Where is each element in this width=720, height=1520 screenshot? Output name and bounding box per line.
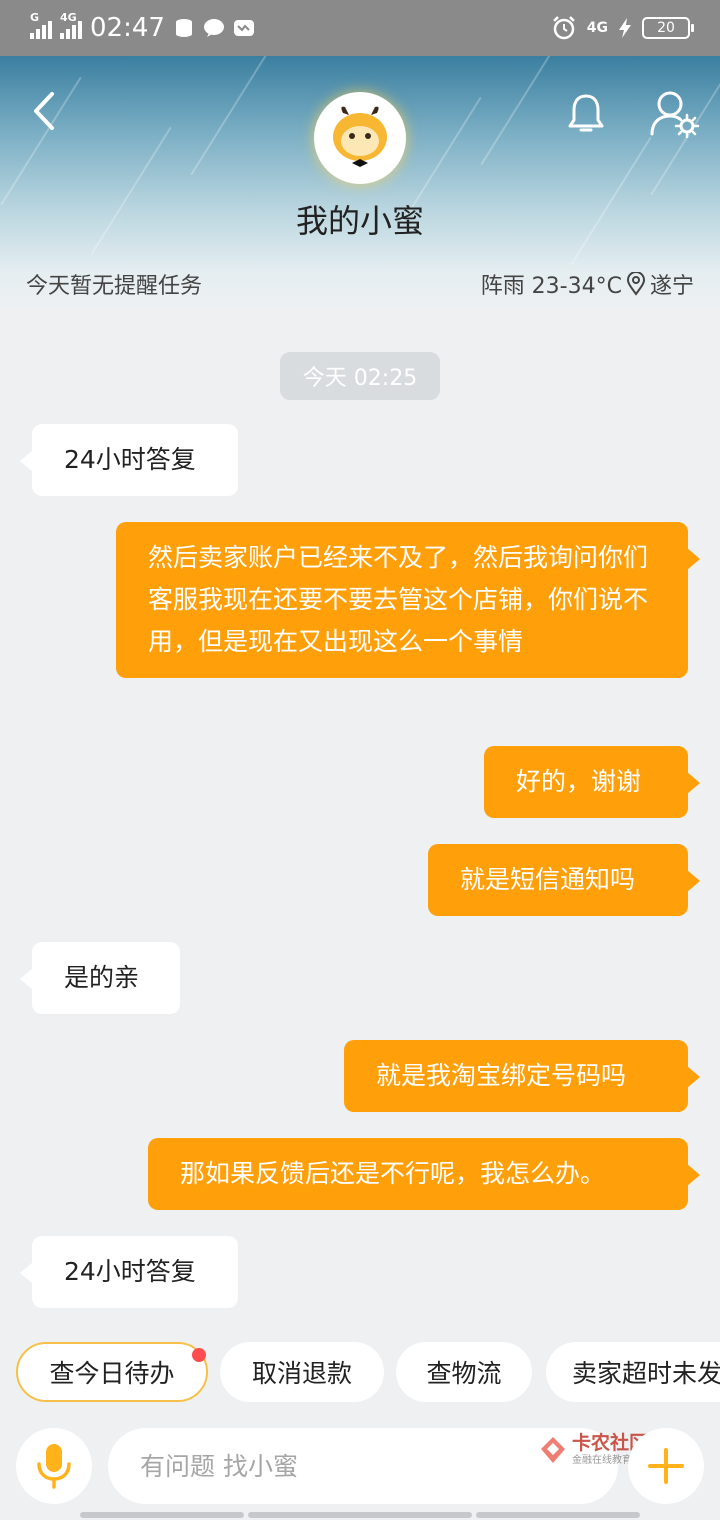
weather-text: 阵雨 23-34°C — [480, 274, 622, 299]
chat-timestamp: 今天 02:25 — [280, 352, 440, 400]
plus-icon — [648, 1448, 684, 1484]
profile-settings-button[interactable] — [646, 86, 702, 142]
quick-action-today-todo[interactable]: 查今日待办 — [16, 1342, 208, 1402]
chat-message-out[interactable]: 就是短信通知吗 — [428, 844, 700, 916]
location-pin-icon — [626, 272, 645, 296]
gesture-bar — [248, 1512, 472, 1518]
page-title: 我的小蜜 — [295, 202, 424, 240]
network-type-1: G — [30, 11, 40, 24]
microphone-icon — [37, 1444, 71, 1489]
chat-message-in[interactable]: 24小时答复 — [20, 424, 238, 496]
signal-2-icon: 4G — [60, 11, 82, 39]
unread-dot — [192, 1348, 206, 1362]
chevron-left-icon — [34, 92, 54, 130]
battery-level: 20 — [657, 20, 675, 36]
watermark-logo-icon — [541, 1437, 565, 1463]
avatar — [314, 92, 406, 184]
charging-icon — [619, 18, 631, 38]
chat-message-in[interactable]: 是的亲 — [20, 942, 180, 1014]
quick-action-track-logistics[interactable]: 查物流 — [396, 1342, 532, 1402]
city-text: 遂宁 — [649, 274, 694, 299]
header: 我的小蜜 今天暂无提醒任务 阵雨 23-34°C 遂宁 — [0, 56, 720, 310]
status-time: 02:47 — [90, 13, 165, 43]
chat-message-out[interactable]: 就是我淘宝绑定号码吗 — [344, 1040, 700, 1112]
user-settings-icon — [650, 91, 700, 139]
chat-message-out[interactable]: 那如果反馈后还是不行呢，我怎么办。 — [148, 1138, 700, 1210]
add-more-button[interactable] — [628, 1428, 704, 1504]
notification-button[interactable] — [562, 90, 610, 138]
quick-action-seller-late-shipping[interactable]: 卖家超时未发货 — [546, 1342, 720, 1402]
app-notify-icon — [233, 20, 254, 36]
composer-bar: 卡农社区 金融在线教育 — [0, 1412, 720, 1520]
quick-actions-bar: 查今日待办 取消退款 查物流 卖家超时未发货 — [0, 1330, 720, 1412]
chat-message-out[interactable]: 好的，谢谢 — [484, 746, 700, 818]
status-bar: G 4G 02:47 4G 20 — [0, 0, 720, 56]
voice-input-button[interactable] — [16, 1428, 92, 1504]
data-saver-icon — [175, 19, 192, 37]
chat-message-out[interactable]: 然后卖家账户已经来不及了，然后我询问你们客服我现在还要不要去管这个店铺，你们说不… — [116, 522, 700, 678]
quick-action-cancel-refund[interactable]: 取消退款 — [220, 1342, 384, 1402]
signal-1-icon: G — [30, 11, 52, 39]
bell-icon — [568, 94, 604, 132]
message-icon — [203, 19, 224, 37]
alarm-icon — [552, 16, 575, 40]
gesture-bar — [80, 1512, 244, 1518]
gesture-bar — [476, 1512, 640, 1518]
battery-indicator: 20 — [642, 17, 694, 39]
weather-info[interactable]: 阵雨 23-34°C 遂宁 — [481, 268, 694, 300]
network-type-right: 4G — [586, 20, 608, 36]
reminder-text[interactable]: 今天暂无提醒任务 — [26, 268, 202, 300]
chat-message-in[interactable]: 24小时答复 — [20, 1236, 238, 1308]
network-type-2: 4G — [60, 11, 77, 24]
mascot-icon — [333, 106, 387, 167]
back-button[interactable] — [24, 86, 64, 136]
